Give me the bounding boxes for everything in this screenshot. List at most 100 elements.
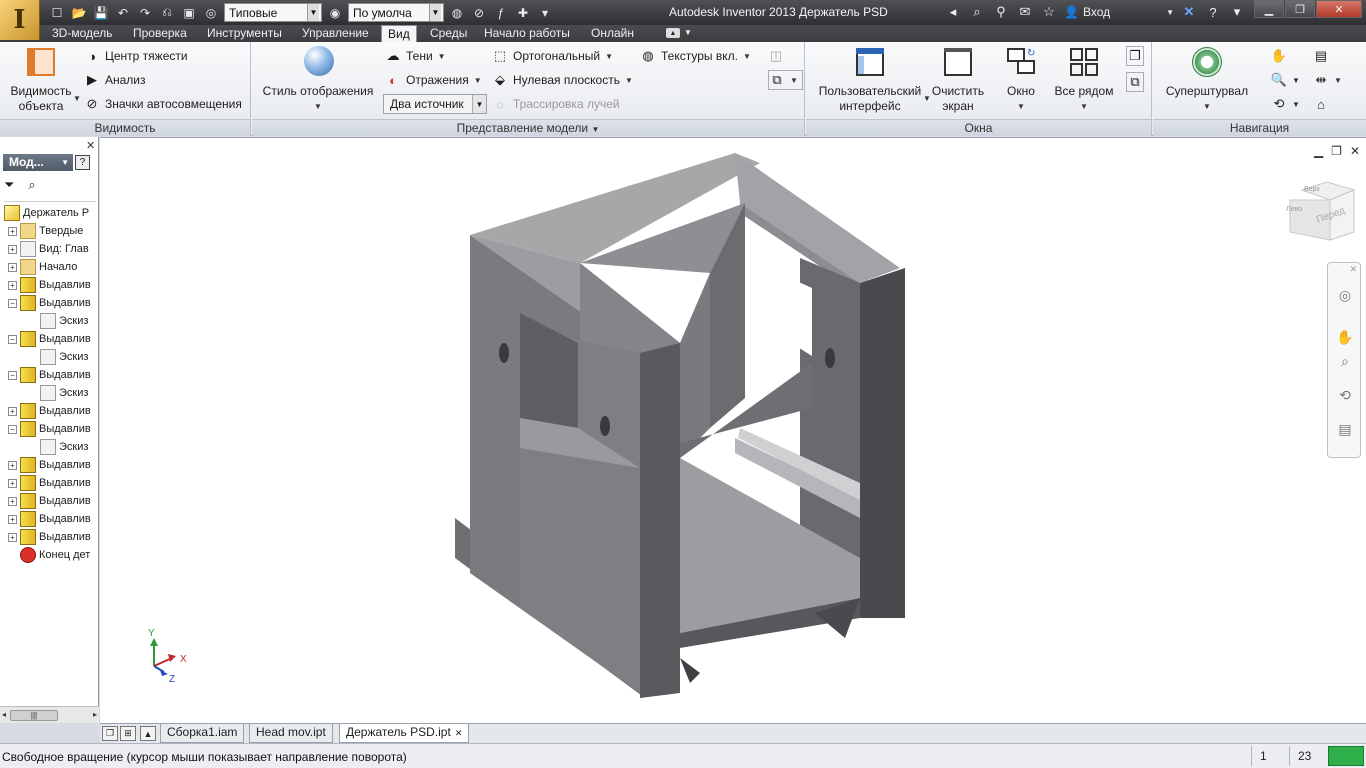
zoom-icon[interactable]: ⌕ bbox=[1335, 351, 1355, 371]
tab-3d-model[interactable]: 3D-модель bbox=[46, 25, 119, 42]
shadows-button[interactable]: ☁ Тени ▼ bbox=[385, 46, 446, 66]
restore-icon[interactable]: ❐ bbox=[1285, 0, 1315, 18]
tab-online[interactable]: Онлайн bbox=[585, 25, 640, 42]
expand-icon[interactable]: + bbox=[8, 514, 17, 524]
analysis-button[interactable]: ▶ Анализ bbox=[84, 70, 146, 90]
tree-node[interactable]: Конец дет bbox=[8, 546, 90, 564]
textures-button[interactable]: ◍ Текстуры вкл. ▼ bbox=[640, 46, 751, 66]
expand-icon[interactable]: + bbox=[8, 478, 17, 488]
scrollbar-thumb[interactable]: ||| bbox=[10, 710, 58, 721]
pan-button[interactable]: ✋ bbox=[1271, 46, 1287, 66]
browser-selector[interactable]: Мод... ▼ bbox=[3, 153, 73, 171]
center-of-gravity-button[interactable]: ◑ Центр тяжести bbox=[84, 46, 188, 66]
tree-node[interactable]: Эскиз bbox=[28, 348, 88, 366]
new-window-button[interactable]: ⧉ bbox=[1126, 72, 1144, 92]
tree-node[interactable]: + Выдавлив bbox=[8, 510, 91, 528]
steering-wheel-icon[interactable]: ◎ bbox=[1335, 285, 1355, 305]
home-view-button[interactable]: ⌂ bbox=[1313, 94, 1329, 114]
document-tab[interactable]: Сборка1.iam bbox=[160, 724, 245, 743]
close-icon[interactable]: ✕ bbox=[86, 139, 95, 152]
tree-node[interactable]: + Твердые bbox=[8, 222, 83, 240]
tile-windows-icon[interactable]: ⊞ bbox=[120, 726, 136, 741]
reflections-button[interactable]: ◐ Отражения ▼ bbox=[385, 70, 482, 90]
ribbon-minimize-icon[interactable]: ▲ bbox=[666, 28, 680, 38]
tab-manage[interactable]: Управление bbox=[296, 25, 375, 42]
collapse-icon[interactable]: − bbox=[8, 424, 17, 434]
expand-icon[interactable]: + bbox=[8, 226, 17, 236]
orthographic-button[interactable]: ⬚ Ортогональный ▼ bbox=[492, 46, 613, 66]
tree-node[interactable]: − Выдавлив bbox=[8, 294, 91, 312]
model-3d-viewport[interactable] bbox=[100, 138, 1366, 724]
sign-in-button[interactable]: 👤 Вход ▼ bbox=[1064, 5, 1174, 19]
steering-wheels-button[interactable]: Суперштурвал ▼ bbox=[1161, 46, 1253, 114]
expand-icon[interactable]: + bbox=[8, 406, 17, 416]
chevron-right-icon[interactable]: ▸ bbox=[93, 710, 97, 719]
filter-icon[interactable]: ⏷ bbox=[4, 177, 14, 193]
tree-node[interactable]: + Выдавлив bbox=[8, 528, 91, 546]
adjust-appearance-icon[interactable]: ◍ bbox=[448, 4, 466, 22]
tab-tools[interactable]: Инструменты bbox=[201, 25, 288, 42]
orbit-icon[interactable]: ⟲ bbox=[1335, 385, 1355, 405]
application-menu-button[interactable]: I bbox=[0, 0, 40, 40]
chevron-left-icon[interactable]: ◂ bbox=[2, 710, 6, 719]
cascade-button[interactable]: ❐ bbox=[1126, 46, 1144, 66]
tree-node[interactable]: Эскиз bbox=[28, 438, 88, 456]
look-at-icon[interactable]: ▤ bbox=[1335, 419, 1355, 439]
open-documents-icon[interactable]: ▲ bbox=[140, 726, 156, 741]
expand-icon[interactable]: + bbox=[8, 280, 17, 290]
favorites-star-icon[interactable]: ☆ bbox=[1040, 3, 1058, 21]
update-icon[interactable]: ▣ bbox=[180, 4, 198, 22]
tree-node[interactable]: − Выдавлив bbox=[8, 420, 91, 438]
new-file-icon[interactable]: ☐ bbox=[48, 4, 66, 22]
browser-help-icon[interactable]: ? bbox=[75, 154, 90, 170]
switch-window-button[interactable]: ↻ Окно ▼ bbox=[1000, 46, 1042, 114]
look-at-button[interactable]: ▤ bbox=[1313, 46, 1329, 66]
tree-node[interactable]: + Выдавлив bbox=[8, 276, 91, 294]
tree-node[interactable]: + Начало bbox=[8, 258, 77, 276]
tree-node[interactable]: Эскиз bbox=[28, 384, 88, 402]
object-visibility-button[interactable]: Видимость объекта bbox=[8, 46, 74, 114]
zoom-button[interactable]: 🔍 ▼ bbox=[1271, 70, 1300, 90]
document-tab-active[interactable]: Держатель PSD.ipt ✕ bbox=[339, 724, 470, 743]
expand-icon[interactable]: + bbox=[8, 460, 17, 470]
communication-icon[interactable]: ✉ bbox=[1016, 3, 1034, 21]
graphics-window[interactable]: ▁ ❐ ✕ Верх Лево Перед ✕ ◎ ✋ ⌕ ⟲ ▤ Y X Z bbox=[100, 137, 1366, 723]
save-icon[interactable]: 💾 bbox=[92, 4, 110, 22]
select-icon[interactable]: ◎ bbox=[202, 4, 220, 22]
transparency-button[interactable]: ⧉ ▼ bbox=[768, 70, 803, 90]
open-file-icon[interactable]: 📂 bbox=[70, 4, 88, 22]
visual-style-button[interactable]: Стиль отображения ▼ bbox=[262, 46, 374, 114]
tree-node[interactable]: Эскиз bbox=[28, 312, 88, 330]
redo-icon[interactable]: ↷ bbox=[136, 4, 154, 22]
collapse-icon[interactable]: − bbox=[8, 370, 17, 380]
tree-node[interactable]: + Выдавлив bbox=[8, 456, 91, 474]
ground-plane-button[interactable]: ⬙ Нулевая плоскость ▼ bbox=[492, 70, 633, 90]
tree-node[interactable]: + Вид: Глав bbox=[8, 240, 89, 258]
lighting-style-combo[interactable]: Два источник ▼ bbox=[383, 94, 487, 114]
help-icon[interactable]: ? bbox=[1204, 3, 1222, 21]
style-combo[interactable]: Типовые ▼ bbox=[224, 3, 322, 22]
tree-node[interactable]: + Выдавлив bbox=[8, 492, 91, 510]
chevron-left-icon[interactable]: ◂ bbox=[944, 3, 962, 21]
clean-screen-button[interactable]: Очистить экран bbox=[928, 46, 988, 114]
tree-node[interactable]: + Выдавлив bbox=[8, 402, 91, 420]
zoom-all-button[interactable]: ⇹ ▼ bbox=[1313, 70, 1342, 90]
pan-hand-icon[interactable]: ✋ bbox=[1335, 327, 1355, 347]
tab-view[interactable]: Вид bbox=[381, 25, 417, 42]
tab-environments[interactable]: Среды bbox=[424, 25, 473, 42]
close-icon[interactable]: ✕ bbox=[1316, 0, 1362, 18]
chevron-down-icon[interactable]: ▼ bbox=[684, 28, 692, 37]
exchange-icon[interactable]: ✕ bbox=[1180, 3, 1198, 21]
tile-button[interactable]: Все рядом ▼ bbox=[1052, 46, 1116, 114]
expand-icon[interactable]: + bbox=[8, 496, 17, 506]
expand-icon[interactable]: + bbox=[8, 532, 17, 542]
collapse-icon[interactable]: − bbox=[8, 334, 17, 344]
tab-inspect[interactable]: Проверка bbox=[127, 25, 193, 42]
tree-node[interactable]: − Выдавлив bbox=[8, 366, 91, 384]
collapse-icon[interactable]: − bbox=[8, 298, 17, 308]
clear-appearance-icon[interactable]: ⊘ bbox=[470, 4, 488, 22]
dof-symbols-button[interactable]: ⊘ Значки автосовмещения bbox=[84, 94, 242, 114]
customize-qat-icon[interactable]: ▾ bbox=[536, 4, 554, 22]
document-tab[interactable]: Head mov.ipt bbox=[249, 724, 333, 743]
expand-icon[interactable]: + bbox=[8, 244, 17, 254]
